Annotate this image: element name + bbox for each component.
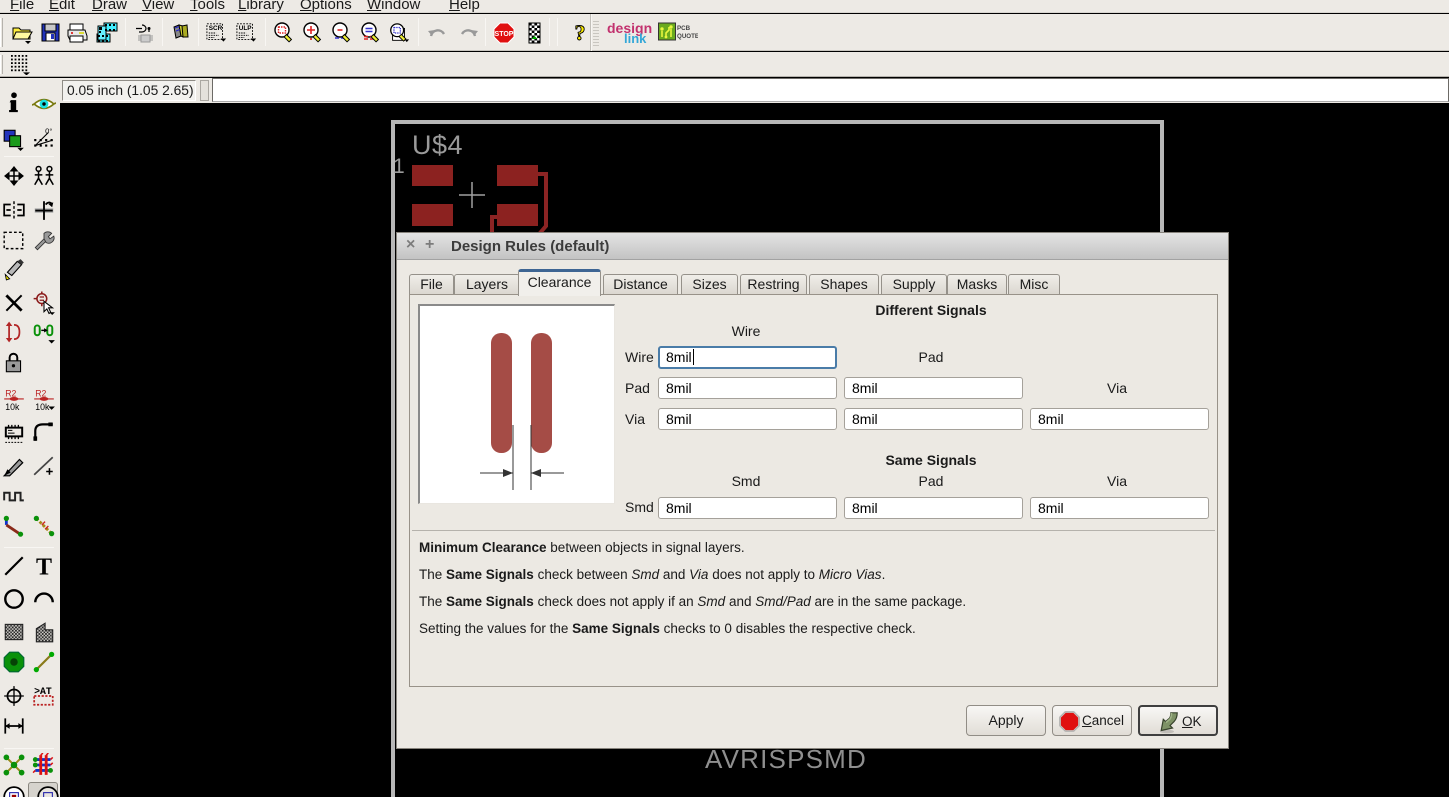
- svg-text:0°: 0°: [45, 127, 52, 136]
- svg-text:PCB: PCB: [677, 25, 691, 32]
- svg-text:?: ?: [575, 22, 586, 44]
- svg-text:ULP: ULP: [239, 25, 253, 32]
- svg-text:10k: 10k: [35, 402, 50, 412]
- svg-text:QUOTE: QUOTE: [677, 33, 698, 40]
- svg-text:SCR: SCR: [209, 25, 223, 32]
- svg-text:STOP: STOP: [495, 31, 514, 38]
- svg-text:10k: 10k: [5, 402, 20, 412]
- svg-text:T: T: [36, 555, 52, 578]
